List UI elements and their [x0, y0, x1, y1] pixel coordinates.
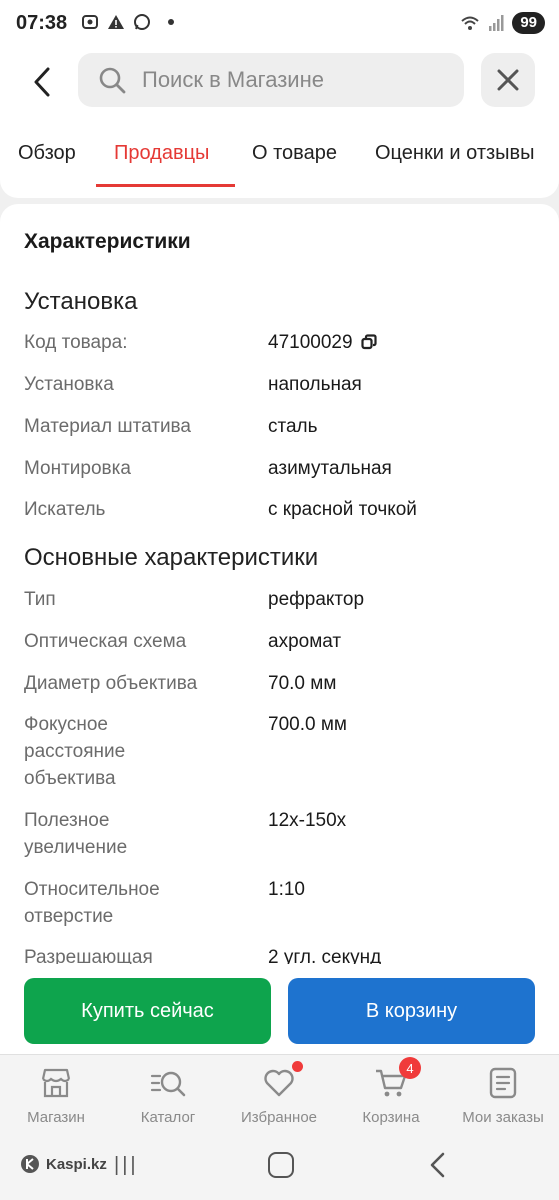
- search-icon: [96, 64, 128, 96]
- screenshot-icon: [80, 12, 100, 32]
- wifi-icon: [460, 13, 480, 33]
- tab-sellers[interactable]: Продавцы: [114, 142, 209, 165]
- spec-value: рефрактор: [268, 589, 365, 610]
- back-button[interactable]: [22, 62, 62, 102]
- home-button[interactable]: [268, 1152, 294, 1178]
- copy-icon[interactable]: [360, 331, 377, 358]
- nav-item-shop[interactable]: Магазин: [1, 1065, 111, 1126]
- tab-about-product[interactable]: О товаре: [252, 142, 337, 165]
- spec-value: 12x-150x: [268, 810, 347, 831]
- spec-value: напольная: [268, 374, 362, 395]
- clear-search-button[interactable]: [481, 53, 535, 107]
- spec-label: Материал штатива: [24, 416, 192, 437]
- spec-value: 47100029: [268, 332, 353, 353]
- status-time: 07:38: [16, 12, 68, 34]
- heart-icon: [261, 1061, 303, 1101]
- cart-count-badge: 4: [399, 1057, 421, 1079]
- buy-now-button[interactable]: Купить сейчас: [24, 978, 271, 1044]
- cart-icon: 4: [373, 1057, 421, 1101]
- favorites-notification-dot: [292, 1061, 303, 1072]
- catalog-search-icon: [150, 1065, 186, 1101]
- orders-icon: [485, 1065, 521, 1101]
- tab-reviews[interactable]: Оценки и отзывы: [375, 142, 535, 165]
- kaspi-logo-icon: [21, 1155, 39, 1173]
- search-placeholder: Поиск в Магазине: [142, 67, 324, 92]
- whatsapp-icon: [132, 12, 152, 32]
- nav-item-orders[interactable]: Мои заказы: [448, 1065, 558, 1126]
- system-back-icon: [430, 1152, 445, 1178]
- spec-value: 2 угл. секунд: [268, 947, 382, 964]
- system-navigation-bar: Kaspi.kz |||: [0, 1138, 559, 1200]
- characteristics-card: Характеристики Установка Код товара: 471…: [0, 204, 559, 964]
- spec-value: 700.0 мм: [268, 714, 347, 735]
- nav-label: Мои заказы: [462, 1109, 544, 1126]
- close-icon: [497, 69, 519, 91]
- nav-item-cart[interactable]: 4 Корзина: [336, 1057, 446, 1126]
- bottom-navigation: Магазин Каталог Избранное 4 Корзина Мои …: [0, 1054, 559, 1138]
- nav-item-favorites[interactable]: Избранное: [224, 1061, 334, 1126]
- status-system-icons: 99: [460, 12, 545, 34]
- nav-label: Магазин: [27, 1109, 85, 1126]
- section-title-main-characteristics: Основные характеристики: [24, 544, 319, 571]
- status-notification-icons: [80, 12, 174, 32]
- spec-label: Установка: [24, 374, 114, 395]
- spec-label: Искатель: [24, 499, 106, 520]
- spec-label: Фокусное расстояние объектива: [24, 714, 126, 789]
- recents-button[interactable]: |||: [114, 1154, 139, 1177]
- spec-value: азимутальная: [268, 458, 392, 479]
- nav-label: Корзина: [362, 1109, 420, 1126]
- warning-icon: [106, 12, 126, 32]
- search-input[interactable]: Поиск в Магазине: [78, 53, 464, 107]
- nav-label: Каталог: [140, 1109, 196, 1126]
- spec-value: сталь: [268, 416, 318, 437]
- spec-label: Монтировка: [24, 458, 131, 479]
- product-tabs: Обзор Продавцы О товаре Оценки и отзывы: [0, 130, 559, 190]
- spec-value: 1:10: [268, 879, 305, 900]
- add-to-cart-button[interactable]: В корзину: [288, 978, 535, 1044]
- spec-label: Оптическая схема: [24, 631, 187, 652]
- spec-value: ахромат: [268, 631, 342, 652]
- kaspi-brand-text: Kaspi.kz: [46, 1155, 107, 1173]
- signal-icon: [486, 13, 506, 33]
- spec-label: Код товара:: [24, 332, 128, 353]
- tab-overview[interactable]: Обзор: [18, 142, 76, 165]
- section-title-installation: Установка: [24, 288, 138, 315]
- shop-icon: [38, 1065, 74, 1101]
- nav-label: Избранное: [240, 1109, 318, 1126]
- product-code-value: 47100029: [268, 329, 377, 358]
- kaspi-brand: Kaspi.kz: [20, 1154, 107, 1174]
- more-notifications-dot: [168, 19, 174, 25]
- characteristics-title: Характеристики: [24, 230, 191, 253]
- spec-value: с красной точкой: [268, 499, 417, 520]
- spec-label: Диаметр объектива: [24, 673, 198, 694]
- spec-label: Тип: [24, 589, 56, 610]
- status-bar: 07:38 99: [0, 0, 559, 50]
- spec-label: Полезное увеличение: [24, 810, 128, 858]
- nav-item-catalog[interactable]: Каталог: [113, 1065, 223, 1126]
- system-back-button[interactable]: [424, 1150, 454, 1180]
- back-arrow-icon: [34, 67, 50, 97]
- battery-indicator: 99: [512, 12, 545, 34]
- header: Поиск в Магазине Обзор Продавцы О товаре…: [0, 50, 559, 198]
- spec-label: Разрешающая: [24, 947, 153, 964]
- purchase-actions: Купить сейчас В корзину: [0, 964, 559, 1054]
- spec-value: 70.0 мм: [268, 673, 337, 694]
- spec-label: Относительное отверстие: [24, 879, 160, 927]
- active-tab-indicator: [96, 184, 235, 187]
